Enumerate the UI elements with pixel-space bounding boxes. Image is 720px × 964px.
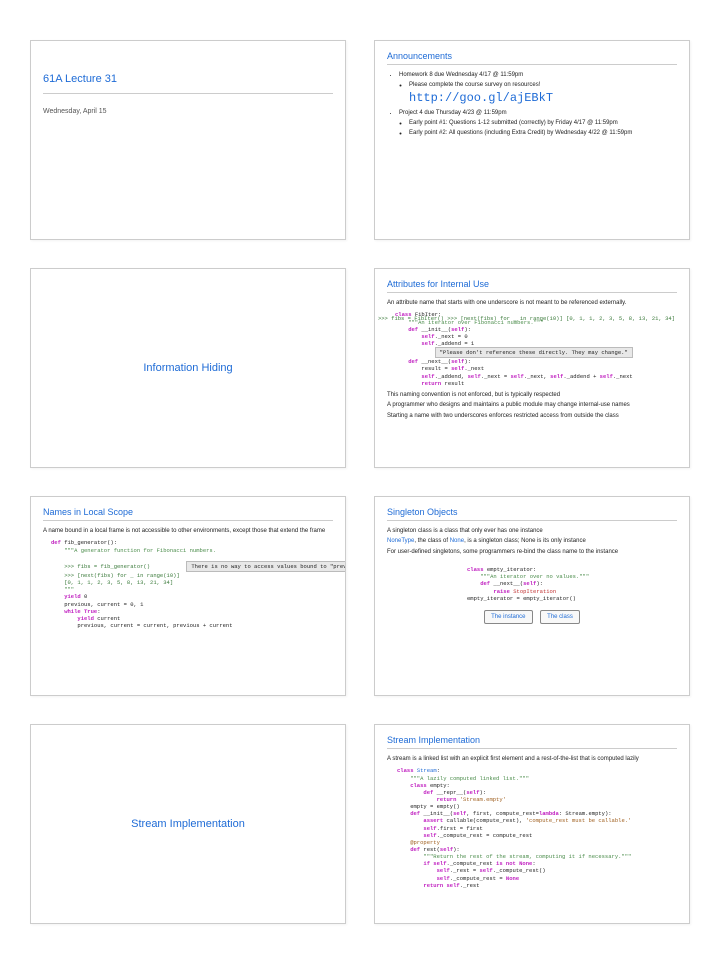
code-block: def fib_generator(): """A generator func…	[51, 539, 333, 629]
para: For user-defined singletons, some progra…	[387, 548, 677, 556]
para: This naming convention is not enforced, …	[387, 391, 677, 399]
heading: Attributes for Internal Use	[387, 279, 677, 293]
btn-instance[interactable]: The instance	[484, 610, 532, 624]
para: A name bound in a local frame is not acc…	[43, 527, 333, 535]
para: A stream is a linked list with an explic…	[387, 755, 677, 763]
slide-section-stream: Stream Implementation	[30, 724, 346, 924]
heading: Singleton Objects	[387, 507, 677, 521]
slide-singleton: Singleton Objects A singleton class is a…	[374, 496, 690, 696]
para: Starting a name with two underscores enf…	[387, 412, 677, 420]
bullet-survey: Please complete the course survey on res…	[409, 81, 677, 106]
btn-class[interactable]: The class	[540, 610, 580, 624]
lecture-title: 61A Lecture 31	[43, 73, 333, 85]
slide-local-scope: Names in Local Scope A name bound in a l…	[30, 496, 346, 696]
slide-grid: 61A Lecture 31 Wednesday, April 15 Annou…	[30, 40, 690, 924]
section-title: Information Hiding	[143, 362, 232, 374]
slide-section-hiding: Information Hiding	[30, 268, 346, 468]
slide-stream-impl: Stream Implementation A stream is a link…	[374, 724, 690, 924]
slide-title: 61A Lecture 31 Wednesday, April 15	[30, 40, 346, 240]
bullet-ep2: Early point #2: All questions (including…	[409, 129, 677, 137]
code-block: class FibIter: """An iterator over Fibon…	[395, 311, 677, 386]
heading: Announcements	[387, 51, 677, 65]
bullet-ep1: Early point #1: Questions 1-12 submitted…	[409, 119, 677, 127]
code-block: class Stream: """A lazily computed linke…	[397, 767, 677, 888]
divider	[43, 93, 333, 94]
body: Homework 8 due Wednesday 4/17 @ 11:59pm …	[387, 71, 677, 138]
slide-attributes: Attributes for Internal Use An attribute…	[374, 268, 690, 468]
para: NoneType, the class of None, is a single…	[387, 537, 677, 545]
lecture-date: Wednesday, April 15	[43, 108, 333, 115]
section-title: Stream Implementation	[131, 818, 245, 830]
heading: Stream Implementation	[387, 735, 677, 749]
button-row: The instance The class	[387, 610, 677, 624]
heading: Names in Local Scope	[43, 507, 333, 521]
survey-url: http://goo.gl/ajEBkT	[409, 91, 553, 105]
para: An attribute name that starts with one u…	[387, 299, 677, 307]
bullet-hw: Homework 8 due Wednesday 4/17 @ 11:59pm	[399, 71, 677, 79]
code-output: >>> fibs = FibIter() >>> [next(fibs) for…	[378, 315, 675, 322]
para: A singleton class is a class that only e…	[387, 527, 677, 535]
para: A programmer who designs and maintains a…	[387, 401, 677, 409]
bullet-proj: Project 4 due Thursday 4/23 @ 11:59pm	[399, 109, 677, 117]
code-block: class empty_iterator: """An iterator ove…	[467, 566, 677, 602]
slide-announcements: Announcements Homework 8 due Wednesday 4…	[374, 40, 690, 240]
